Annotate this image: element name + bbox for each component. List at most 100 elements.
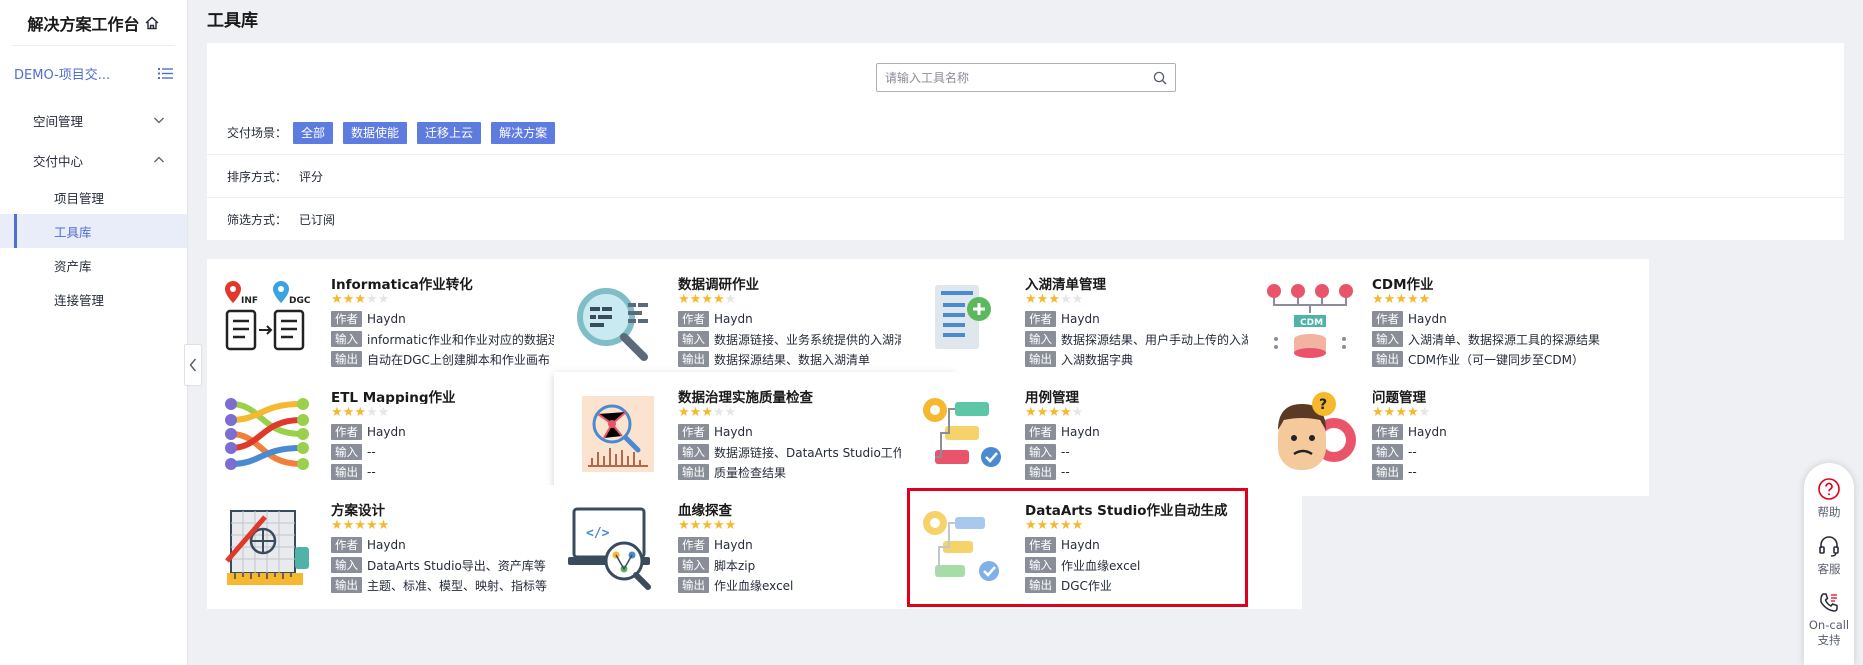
star-icon: ★: [724, 292, 737, 307]
tag-all[interactable]: 全部: [293, 121, 334, 144]
output-value: 数据探源结果、数据入湖清单: [714, 352, 871, 367]
star-icon: ★: [1025, 292, 1037, 307]
input-row: 输入 作业血缘excel: [1025, 557, 1295, 573]
menu-group-space[interactable]: 空间管理: [0, 100, 187, 140]
tool-card[interactable]: 方案设计 ★★★★★ 作者 Haydn 输入 DataArts Studio导出、资…: [207, 485, 608, 609]
sort-label: 排序方式：: [227, 169, 288, 184]
card-body: DataArts Studio作业自动生成 ★★★★★ 作者 Haydn 输入 作业…: [1025, 499, 1295, 593]
card-title[interactable]: CDM作业: [1372, 273, 1642, 291]
card-title[interactable]: 问题管理: [1372, 386, 1642, 404]
project-selector[interactable]: DEMO-项目交...: [0, 46, 187, 100]
tool-card[interactable]: 入湖清单管理 ★★★★★ 作者 Haydn 输入 数据探源结果、用户手动上传的入湖清…: [901, 259, 1302, 383]
author-value: Haydn: [367, 538, 406, 552]
tool-card[interactable]: ? 问题管理 ★★★★★ 作者 Haydn 输入 -- 输出 --: [1248, 372, 1649, 496]
author-tag: 作者: [678, 537, 709, 553]
star-icon: ★: [701, 292, 713, 307]
output-tag: 输出: [1025, 464, 1056, 480]
star-icon: ★: [701, 518, 713, 533]
svg-text:</>: </>: [586, 526, 610, 541]
star-icon: ★: [1059, 292, 1072, 307]
use-case-icon: [915, 390, 1011, 478]
tag-solution[interactable]: 解决方案: [491, 121, 556, 144]
sidebar-collapse-button[interactable]: [184, 344, 202, 386]
tool-card[interactable]: ETL Mapping作业 ★★★★★ 作者 Haydn 输入 -- 输出 --: [207, 372, 608, 496]
service-label: 客服: [1817, 562, 1841, 576]
tool-card[interactable]: 数据调研作业 ★★★★★ 作者 Haydn 输入 数据源链接、业务系统提供的入湖清单…: [554, 259, 955, 383]
svg-text:CDM: CDM: [1300, 318, 1323, 328]
search-box[interactable]: [876, 63, 1176, 92]
input-tag: 输入: [331, 557, 362, 573]
star-icon: ★: [1048, 405, 1060, 420]
output-value: --: [1408, 465, 1417, 479]
lineage-icon: </>: [568, 503, 664, 591]
output-tag: 输出: [1372, 351, 1403, 367]
star-icon: ★: [1071, 518, 1084, 533]
search-input[interactable]: [885, 70, 1153, 85]
tag-cloud-migration[interactable]: 迁移上云: [417, 121, 482, 144]
tool-card[interactable]: </> 血缘探查 ★★★★★ 作者 Haydn 输入 脚本zip 输出 作业血缘exc…: [554, 485, 955, 609]
tool-card[interactable]: INF DGC Informatica作业转化 ★★★★★ 作者 Haydn 输入 i…: [207, 259, 608, 383]
author-row: 作者 Haydn: [1025, 537, 1295, 553]
scene-label: 交付场景：: [227, 126, 288, 140]
input-value: 脚本zip: [714, 558, 756, 573]
oncall-label-2: 支持: [1817, 633, 1841, 647]
sort-row: 排序方式： 评分: [207, 154, 1844, 197]
input-row: 输入 入湖清单、数据探源工具的探源结果: [1372, 331, 1642, 347]
tool-card[interactable]: 用例管理 ★★★★★ 作者 Haydn 输入 -- 输出 --: [901, 372, 1302, 496]
star-icon: ★: [1383, 405, 1396, 420]
filter-subscribed-option[interactable]: 已订阅: [299, 211, 335, 228]
tool-card[interactable]: CDM CDM作业 ★★★★★ 作者 Haydn 输入 入湖清单、数据探源工具的探源…: [1248, 259, 1649, 383]
star-icon: ★: [678, 518, 690, 533]
star-icon: ★: [1025, 405, 1037, 420]
sidebar-item-projects[interactable]: 项目管理: [0, 180, 187, 214]
svg-text:?: ?: [1319, 397, 1327, 413]
star-icon: ★: [712, 518, 725, 533]
star-icon: ★: [377, 518, 390, 533]
oncall-button[interactable]: On-call 支持: [1804, 591, 1854, 648]
sort-rating-option[interactable]: 评分: [299, 168, 323, 185]
output-tag: 输出: [1025, 577, 1056, 593]
star-icon: ★: [377, 405, 390, 420]
input-value: --: [1408, 445, 1417, 459]
tool-card[interactable]: DataArts Studio作业自动生成 ★★★★★ 作者 Haydn 输入 作业…: [901, 485, 1302, 609]
brand[interactable]: 解决方案工作台: [12, 0, 175, 46]
input-tag: 输入: [1372, 331, 1403, 347]
service-button[interactable]: 客服: [1804, 534, 1854, 577]
sidebar-item-assets[interactable]: 资产库: [0, 248, 187, 282]
author-tag: 作者: [331, 537, 362, 553]
list-icon[interactable]: [158, 67, 173, 80]
author-tag: 作者: [331, 424, 362, 440]
search-icon[interactable]: [1153, 71, 1167, 85]
sidebar-item-connections[interactable]: 连接管理: [0, 282, 187, 316]
star-icon: ★: [331, 292, 343, 307]
star-icon: ★: [1025, 518, 1037, 533]
rating-stars: ★★★★★: [1372, 406, 1642, 420]
tag-data-enable[interactable]: 数据使能: [343, 121, 408, 144]
menu-group-delivery[interactable]: 交付中心: [0, 140, 187, 180]
input-row: 输入 --: [1372, 444, 1642, 460]
informatica-icon: INF DGC: [221, 277, 317, 365]
star-icon: ★: [712, 292, 725, 307]
sidebar-item-toolbox[interactable]: 工具库: [0, 214, 187, 248]
author-tag: 作者: [1025, 311, 1056, 327]
author-row: 作者 Haydn: [1372, 311, 1642, 327]
input-value: 数据源链接、业务系统提供的入湖清单...: [714, 332, 930, 347]
input-tag: 输入: [678, 557, 709, 573]
star-icon: ★: [354, 292, 366, 307]
star-icon: ★: [354, 518, 366, 533]
card-title[interactable]: DataArts Studio作业自动生成: [1025, 499, 1295, 517]
author-tag: 作者: [678, 424, 709, 440]
star-icon: ★: [1418, 292, 1431, 307]
star-icon: ★: [678, 405, 690, 420]
star-icon: ★: [1048, 292, 1060, 307]
help-button[interactable]: 帮助: [1804, 477, 1854, 520]
star-icon: ★: [1406, 292, 1419, 307]
author-value: Haydn: [1061, 312, 1100, 326]
headset-icon: [1819, 536, 1839, 557]
author-tag: 作者: [678, 311, 709, 327]
help-label: 帮助: [1817, 505, 1841, 519]
star-icon: ★: [712, 405, 725, 420]
home-icon[interactable]: [144, 15, 160, 31]
tool-card[interactable]: 数据治理实施质量检查 ★★★★★ 作者 Haydn 输入 数据源链接、DataArt…: [554, 372, 955, 496]
brand-title: 解决方案工作台: [27, 14, 140, 34]
